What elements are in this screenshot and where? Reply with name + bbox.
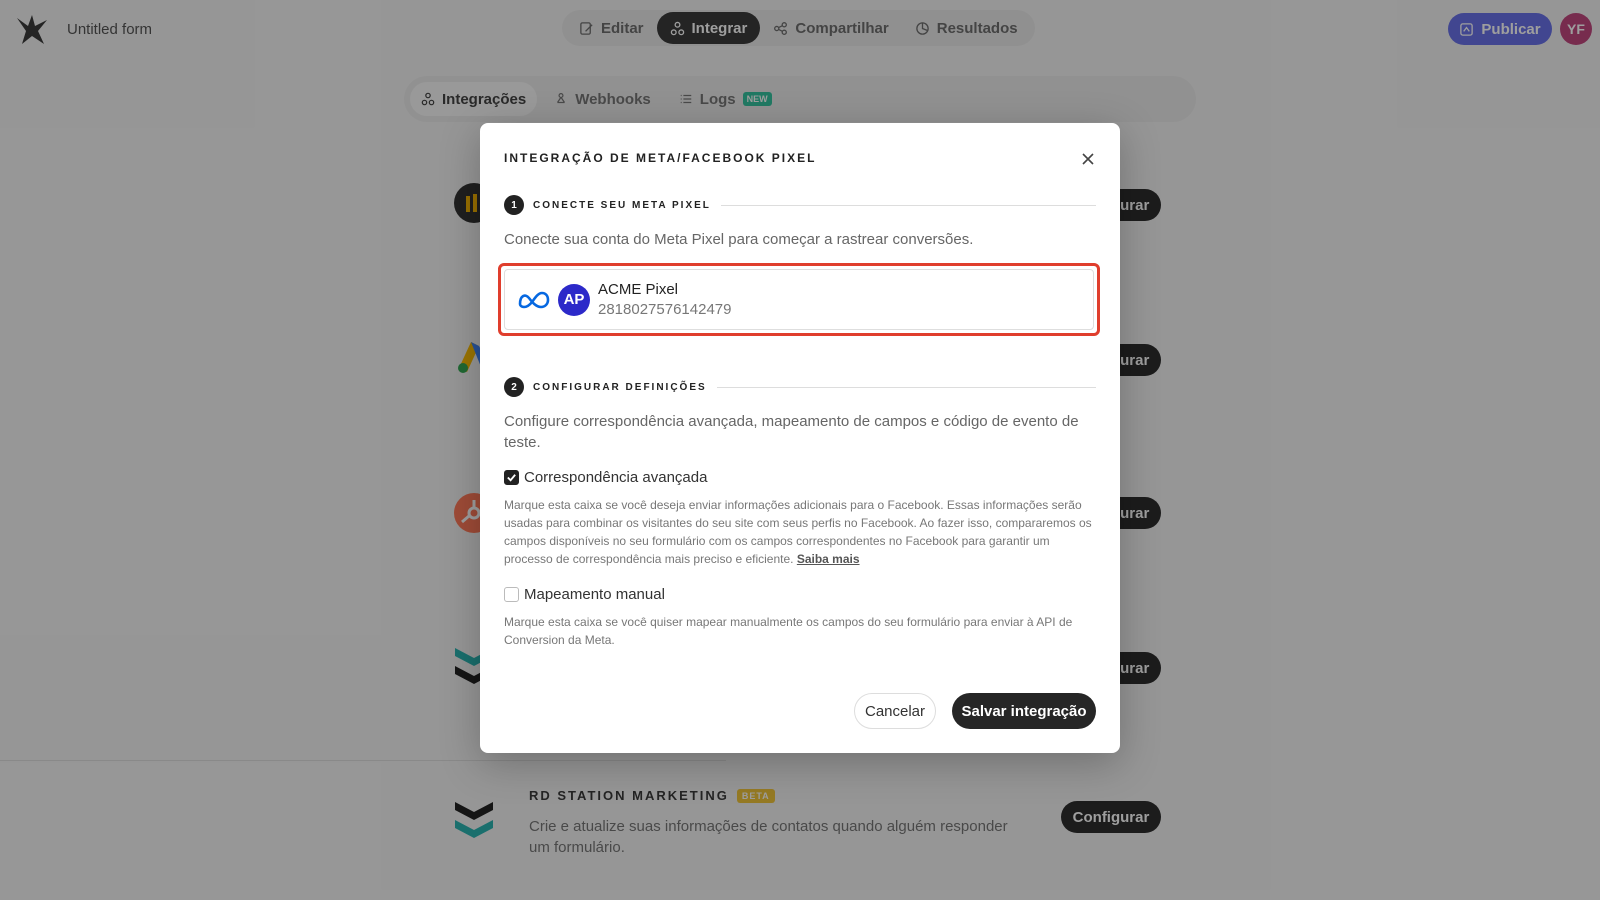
manual-mapping-checkbox[interactable] (504, 587, 519, 602)
step-2-header: 2 CONFIGURAR DEFINIÇÕES (504, 377, 1096, 397)
step-label: CONFIGURAR DEFINIÇÕES (533, 381, 707, 393)
meta-logo-icon (518, 291, 550, 308)
save-integration-button[interactable]: Salvar integração (952, 693, 1096, 729)
divider (716, 386, 1096, 388)
step-1-description: Conecte sua conta do Meta Pixel para com… (504, 231, 974, 248)
advanced-matching-label: Correspondência avançada (524, 469, 708, 486)
advanced-matching-checkbox[interactable] (504, 470, 519, 485)
step-number: 1 (504, 195, 524, 215)
selected-pixel-highlight: AP ACME Pixel 2818027576142479 (498, 263, 1100, 336)
pixel-avatar: AP (558, 283, 590, 316)
pixel-info: ACME Pixel 2818027576142479 (598, 280, 731, 320)
close-icon (1082, 153, 1094, 165)
step-number: 2 (504, 377, 524, 397)
advanced-matching-help: Marque esta caixa se você deseja enviar … (504, 496, 1096, 568)
pixel-account-card[interactable]: AP ACME Pixel 2818027576142479 (504, 269, 1094, 330)
meta-pixel-modal: INTEGRAÇÃO DE META/FACEBOOK PIXEL 1 CONE… (480, 123, 1120, 753)
step-1-header: 1 CONECTE SEU META PIXEL (504, 195, 1096, 215)
step-2-description: Configure correspondência avançada, mape… (504, 413, 1079, 451)
pixel-name: ACME Pixel (598, 280, 679, 298)
manual-mapping-label: Mapeamento manual (524, 586, 665, 603)
close-button[interactable] (1076, 147, 1100, 171)
advanced-matching-option[interactable]: Correspondência avançada (504, 469, 707, 486)
checkmark-icon (507, 474, 516, 482)
modal-title: INTEGRAÇÃO DE META/FACEBOOK PIXEL (504, 151, 817, 165)
learn-more-link[interactable]: Saiba mais (797, 552, 860, 566)
step-label: CONECTE SEU META PIXEL (533, 199, 711, 211)
divider (720, 204, 1096, 206)
manual-mapping-help: Marque esta caixa se você quiser mapear … (504, 615, 1073, 647)
manual-mapping-option[interactable]: Mapeamento manual (504, 586, 665, 603)
pixel-id: 2818027576142479 (598, 300, 732, 318)
cancel-button[interactable]: Cancelar (854, 693, 936, 729)
